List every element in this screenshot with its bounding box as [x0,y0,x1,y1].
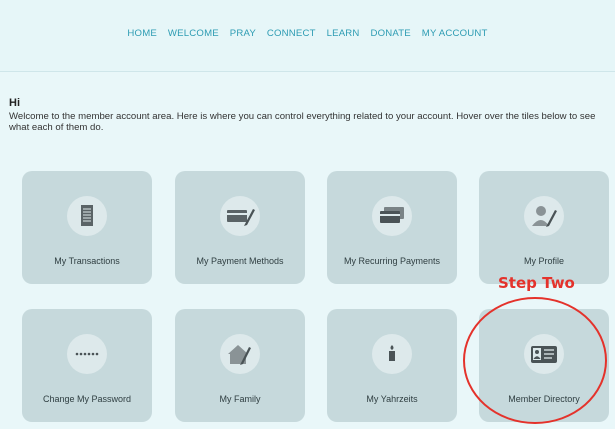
page-greeting: Hi [9,97,20,109]
tile-my-family[interactable]: My Family [175,309,305,422]
cards-icon [380,207,404,223]
tile-icon-circle [67,334,107,374]
tile-my-profile[interactable]: My Profile [479,171,609,284]
tile-label: My Profile [523,256,564,266]
tile-icon-circle [220,334,260,374]
highlight-circle-annotation [463,297,607,424]
nav-pray[interactable]: PRAY [230,28,256,39]
tile-label: Change My Password [42,394,132,404]
tile-my-transactions[interactable]: My Transactions [22,171,152,284]
house-pen-icon [228,345,251,365]
tile-my-payment-methods[interactable]: My Payment Methods [175,171,305,284]
nav-connect[interactable]: CONNECT [267,28,316,39]
nav-my-account[interactable]: MY ACCOUNT [422,28,488,39]
nav-learn[interactable]: LEARN [327,28,360,39]
tile-icon-circle [372,196,412,236]
tile-icon-circle [220,196,260,236]
nav-donate[interactable]: DONATE [370,28,410,39]
user-pen-icon [532,206,557,227]
top-navigation-bar: HOME WELCOME PRAY CONNECT LEARN DONATE M… [0,0,615,72]
welcome-text: Welcome to the member account area. Here… [9,111,596,133]
tile-label: My Transactions [54,256,120,266]
document-icon [81,205,93,226]
candle-icon [389,345,395,361]
tile-label: My Payment Methods [196,256,284,266]
tile-icon-circle [67,196,107,236]
tile-icon-circle [524,196,564,236]
tile-my-recurring-payments[interactable]: My Recurring Payments [327,171,457,284]
nav-welcome[interactable]: WELCOME [168,28,219,39]
tile-label: My Recurring Payments [343,256,441,266]
main-nav: HOME WELCOME PRAY CONNECT LEARN DONATE M… [0,28,615,39]
tile-label: My Family [219,394,261,404]
tile-my-yahrzeits[interactable]: My Yahrzeits [327,309,457,422]
password-dots-icon [75,352,99,356]
tile-label: My Yahrzeits [366,394,418,404]
nav-home[interactable]: HOME [127,28,157,39]
tile-change-my-password[interactable]: Change My Password [22,309,152,422]
step-two-annotation: Step Two [498,274,575,292]
tile-icon-circle [372,334,412,374]
card-pen-icon [227,209,255,226]
